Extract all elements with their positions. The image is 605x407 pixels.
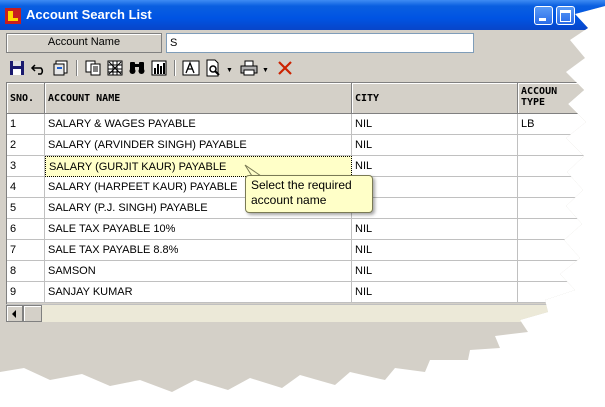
search-label: Account Name — [6, 33, 162, 53]
cell-account-type[interactable] — [518, 135, 605, 156]
toolbar-separator — [174, 60, 176, 76]
minimize-button[interactable] — [534, 6, 553, 25]
cell-sno[interactable]: 5 — [7, 198, 45, 219]
grid-icon[interactable] — [106, 59, 124, 77]
preview-dropdown-icon[interactable]: ▼ — [226, 67, 233, 74]
save-icon[interactable] — [8, 59, 26, 77]
cell-sno[interactable]: 2 — [7, 135, 45, 156]
cell-sno[interactable]: 7 — [7, 240, 45, 261]
cell-account-type[interactable] — [518, 240, 605, 261]
cell-city[interactable]: NIL — [352, 114, 518, 135]
cell-sno[interactable]: 3 — [7, 156, 45, 177]
title-bar[interactable]: Account Search List — [0, 0, 605, 30]
undo-icon[interactable] — [30, 59, 48, 77]
cell-city[interactable]: NIL — [352, 156, 518, 177]
cell-account-type[interactable] — [518, 177, 605, 198]
print-dropdown-icon[interactable]: ▼ — [262, 67, 269, 74]
cell-city[interactable] — [352, 198, 518, 219]
cell-account-type[interactable] — [518, 261, 605, 282]
cell-account-name[interactable]: SALARY (ARVINDER SINGH) PAYABLE — [45, 135, 352, 156]
maximize-button[interactable] — [556, 6, 575, 25]
header-sno[interactable]: SNO. — [7, 83, 45, 114]
find-icon[interactable] — [128, 59, 146, 77]
table-row[interactable]: 2 SALARY (ARVINDER SINGH) PAYABLE NIL — [7, 135, 605, 156]
cell-account-name-selected[interactable]: SALARY (GURJIT KAUR) PAYABLE — [45, 156, 352, 177]
cell-account-type[interactable] — [518, 156, 605, 177]
horizontal-scrollbar[interactable] — [6, 304, 605, 322]
cell-sno[interactable]: 4 — [7, 177, 45, 198]
header-account-type[interactable]: ACCOUN TYPE — [518, 83, 605, 114]
header-account-type-line2: TYPE — [521, 97, 546, 108]
table-row[interactable]: 1 SALARY & WAGES PAYABLE NIL LB — [7, 114, 605, 135]
table-row[interactable]: 9 SANJAY KUMAR NIL — [7, 282, 605, 303]
preview-icon[interactable] — [204, 59, 222, 77]
cell-account-type[interactable]: LB — [518, 114, 605, 135]
cell-city[interactable]: NIL — [352, 219, 518, 240]
cell-sno[interactable]: 8 — [7, 261, 45, 282]
cell-city[interactable]: NIL — [352, 240, 518, 261]
cell-city[interactable] — [352, 177, 518, 198]
table-row[interactable]: 3 SALARY (GURJIT KAUR) PAYABLE NIL — [7, 156, 605, 177]
tooltip-line1: Select the required — [251, 178, 352, 192]
cell-account-type[interactable] — [518, 219, 605, 240]
cell-account-name[interactable]: SALE TAX PAYABLE 8.8% — [45, 240, 352, 261]
account-search-window: Account Search List Account Name S ▼ ▼ S… — [0, 0, 605, 392]
table-row[interactable]: 8 SAMSON NIL — [7, 261, 605, 282]
header-account-name[interactable]: ACCOUNT NAME — [45, 83, 352, 114]
tooltip-line2: account name — [251, 193, 327, 207]
header-account-type-line1: ACCOUN — [521, 86, 558, 97]
cell-account-type[interactable] — [518, 282, 605, 303]
app-icon — [5, 8, 21, 24]
cell-account-type[interactable] — [518, 198, 605, 219]
grid-header: SNO. ACCOUNT NAME CITY ACCOUN TYPE — [7, 83, 605, 114]
cell-city[interactable]: NIL — [352, 261, 518, 282]
cell-account-name[interactable]: SAMSON — [45, 261, 352, 282]
cell-account-name[interactable]: SALARY & WAGES PAYABLE — [45, 114, 352, 135]
scrollbar-thumb[interactable] — [23, 305, 42, 322]
print-icon[interactable] — [240, 59, 258, 77]
cell-account-name[interactable]: SANJAY KUMAR — [45, 282, 352, 303]
tooltip-callout: Select the required account name — [245, 175, 373, 213]
table-row[interactable]: 7 SALE TAX PAYABLE 8.8% NIL — [7, 240, 605, 261]
toolbar: ▼ ▼ — [4, 57, 604, 79]
search-row: Account Name — [6, 33, 605, 53]
refresh-icon[interactable] — [52, 59, 70, 77]
toolbar-separator — [76, 60, 78, 76]
cell-account-name[interactable]: SALE TAX PAYABLE 10% — [45, 219, 352, 240]
cell-city[interactable]: NIL — [352, 135, 518, 156]
report-icon[interactable] — [150, 59, 168, 77]
account-name-search-input[interactable] — [166, 33, 474, 53]
delete-icon[interactable] — [276, 59, 294, 77]
scroll-left-arrow-icon[interactable] — [6, 305, 23, 322]
cell-city[interactable]: NIL — [352, 282, 518, 303]
table-row[interactable]: 6 SALE TAX PAYABLE 10% NIL — [7, 219, 605, 240]
cell-sno[interactable]: 9 — [7, 282, 45, 303]
cell-sno[interactable]: 1 — [7, 114, 45, 135]
text-icon[interactable] — [182, 59, 200, 77]
copy-icon[interactable] — [84, 59, 102, 77]
header-city[interactable]: CITY — [352, 83, 518, 114]
window-title: Account Search List — [26, 7, 152, 22]
cell-sno[interactable]: 6 — [7, 219, 45, 240]
